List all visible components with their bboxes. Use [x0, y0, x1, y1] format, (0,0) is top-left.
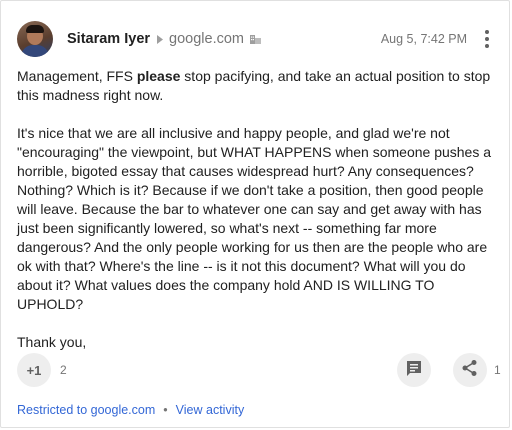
footer-separator: • [163, 403, 168, 417]
plus-one-count[interactable]: 2 [60, 363, 67, 377]
view-activity-link[interactable]: View activity [176, 403, 245, 417]
more-options-button[interactable] [479, 27, 495, 51]
comment-icon [405, 359, 423, 382]
comment-button[interactable] [397, 353, 431, 387]
share-count[interactable]: 1 [494, 363, 501, 377]
post-footer: Restricted to google.com • View activity [17, 403, 244, 417]
triangle-right-icon [157, 34, 164, 44]
post-timestamp[interactable]: Aug 5, 7:42 PM [381, 32, 467, 46]
post-actions: +1 2 1 [17, 353, 501, 387]
post-body: Management, FFS please stop pacifying, a… [17, 67, 497, 371]
restricted-link[interactable]: Restricted to google.com [17, 403, 155, 417]
post-card: Sitaram Iyer google.com Aug 5, 7:42 PM M… [0, 0, 510, 428]
post-header: Sitaram Iyer google.com Aug 5, 7:42 PM [17, 21, 495, 57]
post-paragraph-2: It's nice that we are all inclusive and … [17, 125, 492, 312]
post-paragraph-3: Thank you, [17, 334, 87, 350]
audience-domain[interactable]: google.com [169, 31, 244, 47]
plus-one-button[interactable]: +1 [17, 353, 51, 387]
share-icon [461, 359, 479, 382]
author-name[interactable]: Sitaram Iyer [67, 31, 150, 47]
domain-building-icon [250, 34, 261, 44]
post-paragraph-1: Management, FFS please stop pacifying, a… [17, 68, 491, 103]
plus-one-label: +1 [26, 362, 42, 378]
avatar[interactable] [17, 21, 53, 57]
more-vert-icon [485, 30, 489, 34]
share-button[interactable] [453, 353, 487, 387]
